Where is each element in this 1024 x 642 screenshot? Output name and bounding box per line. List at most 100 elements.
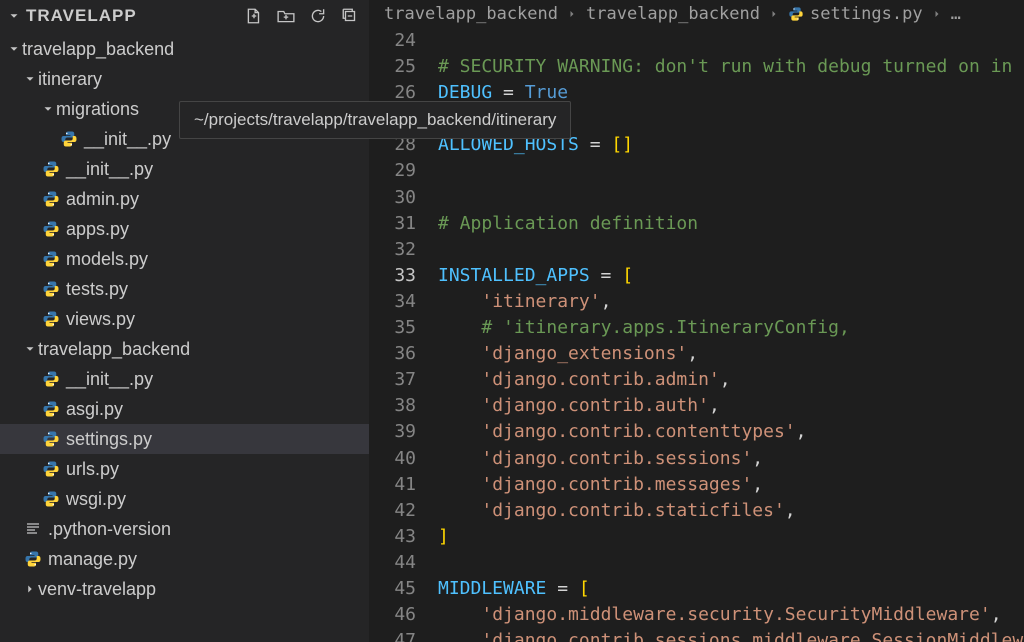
- python-file-icon: [40, 250, 62, 268]
- python-file-icon: [40, 370, 62, 388]
- tree-folder[interactable]: itinerary: [0, 64, 369, 94]
- code-line[interactable]: 'django.contrib.sessions',: [438, 446, 1024, 472]
- explorer-actions: [245, 7, 359, 25]
- code-line[interactable]: [438, 237, 1024, 263]
- code-line[interactable]: # Application definition: [438, 211, 1024, 237]
- breadcrumb-item[interactable]: travelapp_backend: [384, 4, 558, 24]
- tree-label: settings.py: [66, 429, 152, 450]
- code-line[interactable]: # SECURITY WARNING: don't run with debug…: [438, 54, 1024, 80]
- code-line[interactable]: ]: [438, 524, 1024, 550]
- breadcrumb-separator-icon: [768, 8, 780, 20]
- project-name: TRAVELAPP: [26, 6, 137, 26]
- code-line[interactable]: [438, 185, 1024, 211]
- explorer-title[interactable]: TRAVELAPP: [6, 6, 137, 26]
- new-file-icon[interactable]: [245, 7, 263, 25]
- line-number[interactable]: 41: [370, 472, 416, 498]
- line-number[interactable]: 30: [370, 185, 416, 211]
- line-number[interactable]: 31: [370, 211, 416, 237]
- python-file-icon: [40, 430, 62, 448]
- chevron-down-icon: [6, 42, 22, 56]
- code-line[interactable]: 'itinerary',: [438, 289, 1024, 315]
- tree-file[interactable]: tests.py: [0, 274, 369, 304]
- tree-file[interactable]: urls.py: [0, 454, 369, 484]
- tree-file[interactable]: wsgi.py: [0, 484, 369, 514]
- line-number[interactable]: 47: [370, 628, 416, 642]
- chevron-down-icon: [22, 342, 38, 356]
- tree-file[interactable]: .python-version: [0, 514, 369, 544]
- code-line[interactable]: [438, 158, 1024, 184]
- tree-label: travelapp_backend: [38, 339, 190, 360]
- file-explorer-sidebar: TRAVELAPP travelapp_backenditinerarymigr…: [0, 0, 370, 642]
- tree-file[interactable]: models.py: [0, 244, 369, 274]
- code-line[interactable]: # 'itinerary.apps.ItineraryConfig,: [438, 315, 1024, 341]
- line-number[interactable]: 36: [370, 341, 416, 367]
- code-line[interactable]: 'django.contrib.contenttypes',: [438, 419, 1024, 445]
- collapse-all-icon[interactable]: [341, 7, 359, 25]
- line-number[interactable]: 45: [370, 576, 416, 602]
- tree-folder[interactable]: travelapp_backend: [0, 34, 369, 64]
- tree-file[interactable]: admin.py: [0, 184, 369, 214]
- line-number[interactable]: 39: [370, 419, 416, 445]
- tree-label: .python-version: [48, 519, 171, 540]
- new-folder-icon[interactable]: [277, 7, 295, 25]
- python-file-icon: [40, 310, 62, 328]
- python-file-icon: [40, 400, 62, 418]
- line-number[interactable]: 33: [370, 263, 416, 289]
- breadcrumb-item[interactable]: travelapp_backend: [586, 4, 760, 24]
- tree-file[interactable]: __init__.py: [0, 154, 369, 184]
- refresh-icon[interactable]: [309, 7, 327, 25]
- tree-label: apps.py: [66, 219, 129, 240]
- line-number[interactable]: 44: [370, 550, 416, 576]
- path-tooltip: ~/projects/travelapp/travelapp_backend/i…: [179, 101, 571, 139]
- tree-label: manage.py: [48, 549, 137, 570]
- chevron-down-icon: [40, 102, 56, 116]
- tree-label: urls.py: [66, 459, 119, 480]
- tree-folder[interactable]: venv-travelapp: [0, 574, 369, 604]
- code-line[interactable]: 'django.contrib.auth',: [438, 393, 1024, 419]
- tree-file[interactable]: apps.py: [0, 214, 369, 244]
- code-line[interactable]: 'django.middleware.security.SecurityMidd…: [438, 602, 1024, 628]
- code-line[interactable]: 'django.contrib.messages',: [438, 472, 1024, 498]
- line-number[interactable]: 40: [370, 446, 416, 472]
- tree-label: __init__.py: [66, 369, 153, 390]
- code-line[interactable]: 'django.contrib.admin',: [438, 367, 1024, 393]
- tree-label: models.py: [66, 249, 148, 270]
- chevron-down-icon: [22, 72, 38, 86]
- breadcrumbs[interactable]: travelapp_backend travelapp_backend settin…: [370, 0, 1024, 28]
- line-number[interactable]: 34: [370, 289, 416, 315]
- tree-label: views.py: [66, 309, 135, 330]
- tree-file[interactable]: asgi.py: [0, 394, 369, 424]
- code-line[interactable]: 'django.contrib.staticfiles',: [438, 498, 1024, 524]
- breadcrumb-item[interactable]: settings.py: [788, 4, 923, 24]
- breadcrumb-separator-icon: [566, 8, 578, 20]
- tree-file[interactable]: manage.py: [0, 544, 369, 574]
- line-number[interactable]: 24: [370, 28, 416, 54]
- tree-label: tests.py: [66, 279, 128, 300]
- line-number[interactable]: 43: [370, 524, 416, 550]
- line-number[interactable]: 25: [370, 54, 416, 80]
- line-number[interactable]: 38: [370, 393, 416, 419]
- line-number[interactable]: 32: [370, 237, 416, 263]
- line-number[interactable]: 37: [370, 367, 416, 393]
- python-file-icon: [40, 280, 62, 298]
- python-file-icon: [40, 220, 62, 238]
- code-line[interactable]: 'django_extensions',: [438, 341, 1024, 367]
- code-line[interactable]: INSTALLED_APPS = [: [438, 263, 1024, 289]
- tree-label: asgi.py: [66, 399, 123, 420]
- line-number[interactable]: 29: [370, 158, 416, 184]
- chevron-down-icon: [6, 9, 22, 23]
- breadcrumb-item[interactable]: …: [951, 4, 961, 24]
- code-line[interactable]: [438, 550, 1024, 576]
- tree-file[interactable]: settings.py: [0, 424, 369, 454]
- code-line[interactable]: MIDDLEWARE = [: [438, 576, 1024, 602]
- code-line[interactable]: [438, 28, 1024, 54]
- code-line[interactable]: 'django.contrib.sessions.middleware.Sess…: [438, 628, 1024, 642]
- line-number[interactable]: 42: [370, 498, 416, 524]
- breadcrumb-separator-icon: [931, 8, 943, 20]
- line-number[interactable]: 35: [370, 315, 416, 341]
- line-number[interactable]: 46: [370, 602, 416, 628]
- tree-folder[interactable]: travelapp_backend: [0, 334, 369, 364]
- tree-file[interactable]: views.py: [0, 304, 369, 334]
- tree-file[interactable]: __init__.py: [0, 364, 369, 394]
- python-file-icon: [40, 190, 62, 208]
